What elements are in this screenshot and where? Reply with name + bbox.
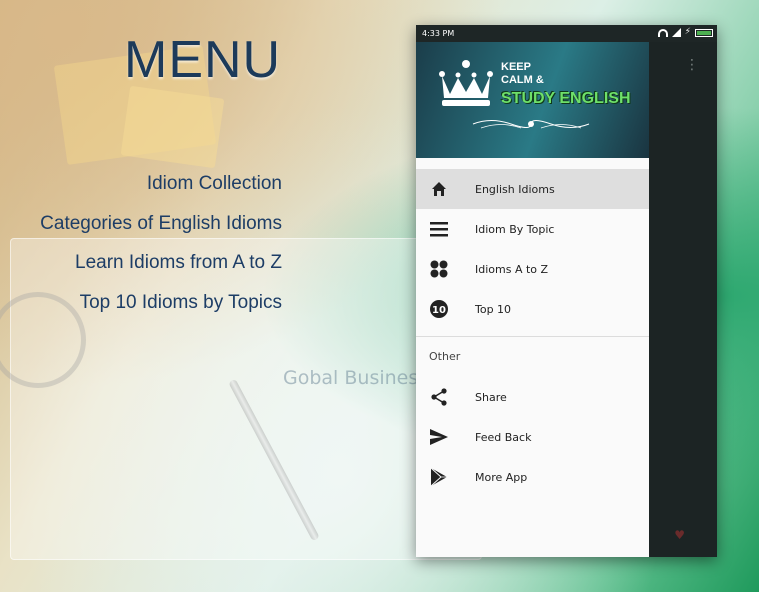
overflow-menu-icon[interactable]: ⋮ — [685, 58, 699, 72]
other-section-title: Other — [429, 350, 461, 363]
menu-lines-icon — [429, 219, 449, 239]
crown-icon — [439, 60, 493, 106]
nav-item-label: Idiom By Topic — [475, 222, 555, 236]
background-text: Gobal Business — [283, 367, 429, 389]
share-icon — [429, 387, 449, 407]
signal-icon — [671, 28, 681, 37]
nav-item-label: Share — [475, 390, 507, 404]
nav-item-label: More App — [475, 470, 528, 484]
home-icon — [429, 179, 449, 199]
nav-item-idioms-a-to-z[interactable]: Idioms A to Z — [416, 249, 649, 289]
status-bar: 4:33 PM ⚡ — [416, 25, 717, 42]
drawer-other-list: Share Feed Back More App — [416, 377, 649, 497]
nav-item-english-idioms[interactable]: English Idioms — [416, 169, 649, 209]
battery-icon — [695, 28, 713, 37]
nav-item-idiom-by-topic[interactable]: Idiom By Topic — [416, 209, 649, 249]
phone-screen: 4:33 PM ⚡ ⋮ ♥ KEEP CALM & STUDY ENGLISH … — [416, 25, 717, 557]
drawer-header: KEEP CALM & STUDY ENGLISH — [416, 42, 649, 158]
promo-feature-list: Idiom Collection Categories of English I… — [40, 172, 282, 330]
promo-feature: Idiom Collection — [146, 173, 282, 194]
nav-item-feed-back[interactable]: Feed Back — [416, 417, 649, 457]
send-icon — [429, 427, 449, 447]
charging-icon: ⚡ — [684, 27, 691, 37]
nav-item-label: Idioms A to Z — [475, 262, 549, 276]
status-time: 4:33 PM — [422, 29, 455, 38]
background-sticky-note — [120, 85, 225, 169]
svg-text:10: 10 — [432, 305, 446, 316]
header-line-1: KEEP — [501, 61, 531, 73]
header-keep-calm-text: KEEP CALM & — [501, 61, 544, 87]
header-study-english-text: STUDY ENGLISH — [501, 90, 631, 107]
nav-item-label: Feed Back — [475, 430, 532, 444]
status-icons: ⚡ — [657, 27, 713, 37]
promo-heading: MENU — [124, 31, 282, 89]
top10-icon: 10 — [429, 299, 449, 319]
play-store-icon — [429, 467, 449, 487]
promo-feature: Learn Idioms from A to Z — [75, 252, 282, 273]
header-line-2: CALM & — [501, 74, 544, 86]
nav-item-label: English Idioms — [475, 182, 555, 196]
promo-feature: Top 10 Idioms by Topics — [79, 291, 282, 313]
navigation-drawer: KEEP CALM & STUDY ENGLISH English Idioms — [416, 42, 649, 557]
drawer-nav-list: English Idioms Idiom By Topic Idioms A t… — [416, 169, 649, 329]
nav-item-label: Top 10 — [475, 302, 512, 316]
flourish-ornament-icon — [472, 120, 590, 129]
nav-item-top-10[interactable]: 10 Top 10 — [416, 289, 649, 329]
grid-dots-icon — [429, 259, 449, 279]
nav-item-more-app[interactable]: More App — [416, 457, 649, 497]
promo-feature: Categories of English Idioms — [40, 212, 282, 234]
nav-item-share[interactable]: Share — [416, 377, 649, 417]
app-content-behind-drawer[interactable]: ⋮ ♥ — [649, 42, 717, 557]
wifi-icon — [657, 28, 668, 37]
heart-icon[interactable]: ♥ — [674, 528, 685, 542]
